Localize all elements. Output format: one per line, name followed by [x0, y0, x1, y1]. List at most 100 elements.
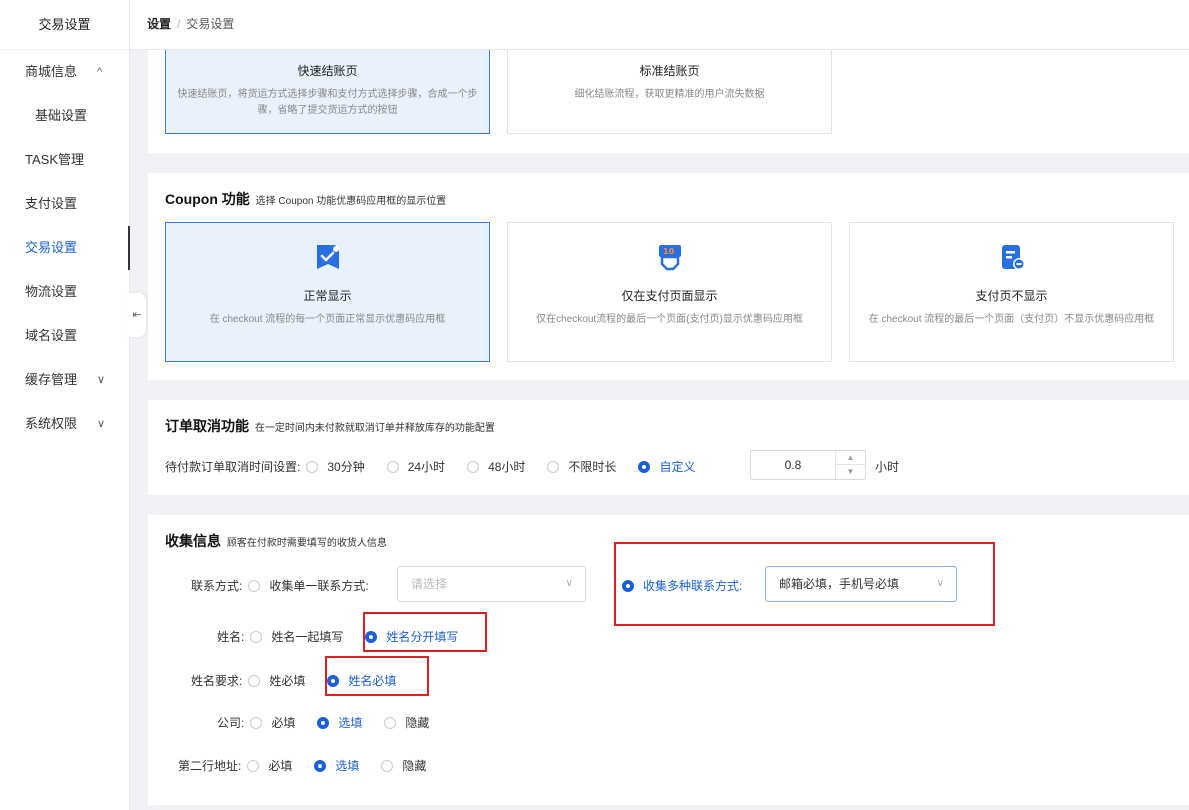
- radio-surname-required[interactable]: 姓必填: [248, 672, 305, 689]
- radio-dot: [317, 716, 330, 729]
- coupon-register-icon: 10: [658, 245, 681, 271]
- sidebar-item-shop-info[interactable]: 商城信息 ^: [0, 50, 129, 94]
- radio-dot: [467, 460, 480, 473]
- radio-dot: [384, 716, 397, 729]
- highlight-box-name-separate: [363, 612, 487, 652]
- sidebar-item-label: 支付设置: [25, 196, 78, 211]
- sidebar-item-cache[interactable]: 缓存管理 ∨: [0, 358, 129, 402]
- sidebar-collapse-button[interactable]: ⇤: [128, 293, 146, 337]
- sidebar-item-label: 物流设置: [25, 284, 78, 299]
- radio-address2-required[interactable]: 必填: [247, 757, 292, 774]
- row-label: 姓名要求:: [191, 674, 243, 688]
- section-title-text: Coupon 功能: [165, 191, 250, 207]
- sidebar-item-label: 交易设置: [25, 240, 78, 255]
- radio-dot: [250, 716, 263, 729]
- decrement-icon[interactable]: ▼: [836, 465, 865, 479]
- sidebar-title: 交易设置: [0, 0, 129, 50]
- radio-label: 选填: [338, 716, 363, 730]
- sidebar-item-payment[interactable]: 支付设置: [0, 182, 129, 226]
- section-subtitle: 选择 Coupon 功能优惠码应用框的显示位置: [255, 196, 447, 207]
- radio-label: 不限时长: [568, 460, 617, 474]
- radio-unlimited[interactable]: 不限时长: [547, 458, 616, 475]
- coupon-normal-card[interactable]: 正常显示 在 checkout 流程的每一个页面正常显示优惠码应用框: [165, 222, 490, 362]
- radio-label: 48小时: [488, 460, 526, 474]
- radio-label: 隐藏: [402, 759, 427, 773]
- breadcrumb: 设置 / 交易设置: [130, 0, 1189, 50]
- radio-address2-hidden[interactable]: 隐藏: [381, 757, 426, 774]
- contact-row: 联系方式: 收集单一联系方式:: [191, 577, 369, 594]
- radio-company-hidden[interactable]: 隐藏: [384, 714, 429, 731]
- sidebar-item-label: 商城信息: [25, 64, 78, 79]
- sidebar-item-logistics[interactable]: 物流设置: [0, 270, 129, 314]
- radio-label: 30分钟: [327, 460, 365, 474]
- radio-address2-optional[interactable]: 选填: [314, 757, 359, 774]
- coupon-payment-only-card[interactable]: 10 仅在支付页面显示 仅在checkout流程的最后一个页面(支付页)显示优惠…: [507, 222, 832, 362]
- row-label: 公司:: [217, 716, 245, 730]
- radio-label: 自定义: [659, 460, 696, 474]
- chevron-down-icon: ∨: [97, 418, 106, 430]
- highlight-box-fullname-required: [325, 656, 429, 696]
- sidebar-item-label: 基础设置: [35, 108, 88, 123]
- radio-label: 24小时: [407, 460, 446, 474]
- sidebar-item-label: 域名设置: [25, 328, 78, 343]
- sidebar-item-permissions[interactable]: 系统权限 ∨: [0, 402, 129, 446]
- sidebar-item-label: 缓存管理: [25, 372, 78, 387]
- radio-dot: [248, 579, 261, 592]
- standard-checkout-card[interactable]: 标准结账页 细化结账流程，获取更精准的用户流失数据: [507, 50, 832, 134]
- cancel-hours-value[interactable]: 0.8: [751, 451, 835, 479]
- card-desc: 快速结账页，将货运方式选择步骤和支付方式选择步骤，合成一个步骤，省略了提交货运方…: [177, 89, 478, 116]
- radio-contact-single[interactable]: 收集单一联系方式:: [248, 577, 369, 594]
- coupon-hide-card[interactable]: 支付页不显示 在 checkout 流程的最后一个页面（支付页）不显示优惠码应用…: [849, 222, 1174, 362]
- select-placeholder: 请选择: [411, 577, 448, 591]
- radio-30min[interactable]: 30分钟: [306, 458, 365, 475]
- radio-custom[interactable]: 自定义: [638, 458, 695, 475]
- sidebar-item-task[interactable]: TASK管理: [0, 138, 129, 182]
- row-label: 姓名:: [217, 630, 245, 644]
- section-subtitle: 在一定时间内未付款就取消订单并释放库存的功能配置: [254, 423, 495, 434]
- card-title: 快速结账页: [297, 64, 358, 78]
- radio-label: 收集单一联系方式:: [269, 579, 369, 593]
- section-title: Coupon 功能 选择 Coupon 功能优惠码应用框的显示位置: [165, 189, 446, 209]
- chevron-down-icon: ∨: [565, 578, 573, 589]
- breadcrumb-root[interactable]: 设置: [147, 17, 171, 31]
- radio-dot: [381, 759, 394, 772]
- radio-label: 姓必填: [269, 674, 306, 688]
- radio-company-required[interactable]: 必填: [250, 714, 295, 731]
- radio-dot: [250, 630, 263, 643]
- radio-dot: [306, 460, 319, 473]
- sidebar-item-basic-settings[interactable]: 基础设置: [0, 94, 129, 138]
- checkout-type-panel: 快速结账页 快速结账页，将货运方式选择步骤和支付方式选择步骤，合成一个步骤，省略…: [148, 50, 1189, 153]
- radio-dot: [247, 759, 260, 772]
- sidebar: 交易设置 商城信息 ^ 基础设置 TASK管理 支付设置 交易设置 物流设置 域名…: [0, 0, 130, 810]
- radio-dot: [314, 759, 327, 772]
- sidebar-item-label: TASK管理: [25, 152, 84, 167]
- card-desc: 在 checkout 流程的最后一个页面（支付页）不显示优惠码应用框: [868, 314, 1155, 325]
- section-title-text: 收集信息: [165, 533, 221, 549]
- increment-icon[interactable]: ▲: [836, 451, 865, 465]
- single-contact-select[interactable]: 请选择 ∨: [397, 566, 586, 602]
- row-label: 联系方式:: [191, 579, 243, 593]
- sidebar-item-domain[interactable]: 域名设置: [0, 314, 129, 358]
- radio-label: 必填: [271, 716, 296, 730]
- radio-label: 必填: [268, 759, 293, 773]
- chevron-up-icon: ^: [97, 66, 103, 78]
- section-title: 收集信息 顾客在付款时需要填写的收货人信息: [165, 531, 387, 551]
- order-cancel-panel: 订单取消功能 在一定时间内未付款就取消订单并释放库存的功能配置 待付款订单取消时…: [148, 400, 1189, 495]
- number-stepper: ▲ ▼: [835, 451, 865, 479]
- row-label: 第二行地址:: [178, 759, 242, 773]
- radio-label: 选填: [335, 759, 360, 773]
- card-title: 正常显示: [303, 289, 352, 303]
- radio-48h[interactable]: 48小时: [467, 458, 525, 475]
- radio-company-optional[interactable]: 选填: [317, 714, 362, 731]
- address2-row: 第二行地址: 必填 选填 隐藏: [178, 757, 448, 774]
- radio-label: 隐藏: [405, 716, 430, 730]
- card-title: 标准结账页: [639, 64, 700, 78]
- company-row: 公司: 必填 选填 隐藏: [217, 714, 451, 731]
- coupon-panel: Coupon 功能 选择 Coupon 功能优惠码应用框的显示位置 正常显示 在…: [148, 173, 1189, 380]
- sidebar-item-transaction[interactable]: 交易设置: [0, 226, 130, 270]
- cancel-time-row: 待付款订单取消时间设置: 30分钟 24小时 48小时 不限时长 自定义: [165, 458, 717, 475]
- radio-name-together[interactable]: 姓名一起填写: [250, 628, 343, 645]
- fast-checkout-card[interactable]: 快速结账页 快速结账页，将货运方式选择步骤和支付方式选择步骤，合成一个步骤，省略…: [165, 50, 490, 134]
- radio-24h[interactable]: 24小时: [386, 458, 446, 475]
- cancel-hours-input[interactable]: 0.8 ▲ ▼: [750, 450, 866, 480]
